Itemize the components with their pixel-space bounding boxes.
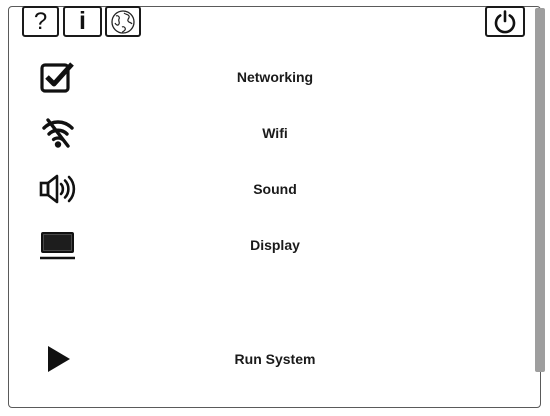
monitor-icon	[30, 222, 86, 268]
networking-label: Networking	[236, 69, 314, 85]
wifi-label: Wifi	[262, 125, 288, 141]
menu-item-display[interactable]: Display	[30, 222, 520, 268]
display-label: Display	[250, 237, 300, 253]
info-icon: i	[79, 7, 86, 35]
info-button[interactable]: i	[63, 6, 102, 37]
checkbox-checked-icon	[30, 54, 86, 100]
scrollbar[interactable]	[535, 8, 545, 372]
menu-item-sound[interactable]: Sound	[30, 166, 520, 212]
menu-item-run-system[interactable]: Run System	[30, 336, 520, 382]
play-icon	[30, 336, 86, 382]
globe-icon	[111, 9, 135, 34]
menu-item-wifi[interactable]: Wifi	[30, 110, 520, 156]
run-system-label: Run System	[234, 351, 316, 367]
sound-label: Sound	[253, 181, 297, 197]
help-button[interactable]: ?	[22, 6, 59, 37]
power-button[interactable]	[485, 6, 525, 37]
speaker-volume-icon	[30, 166, 86, 212]
menu-item-networking[interactable]: Networking	[30, 54, 520, 100]
wifi-off-icon	[30, 110, 86, 156]
language-button[interactable]	[105, 6, 141, 37]
power-icon	[494, 9, 516, 33]
question-mark-icon: ?	[33, 7, 48, 35]
